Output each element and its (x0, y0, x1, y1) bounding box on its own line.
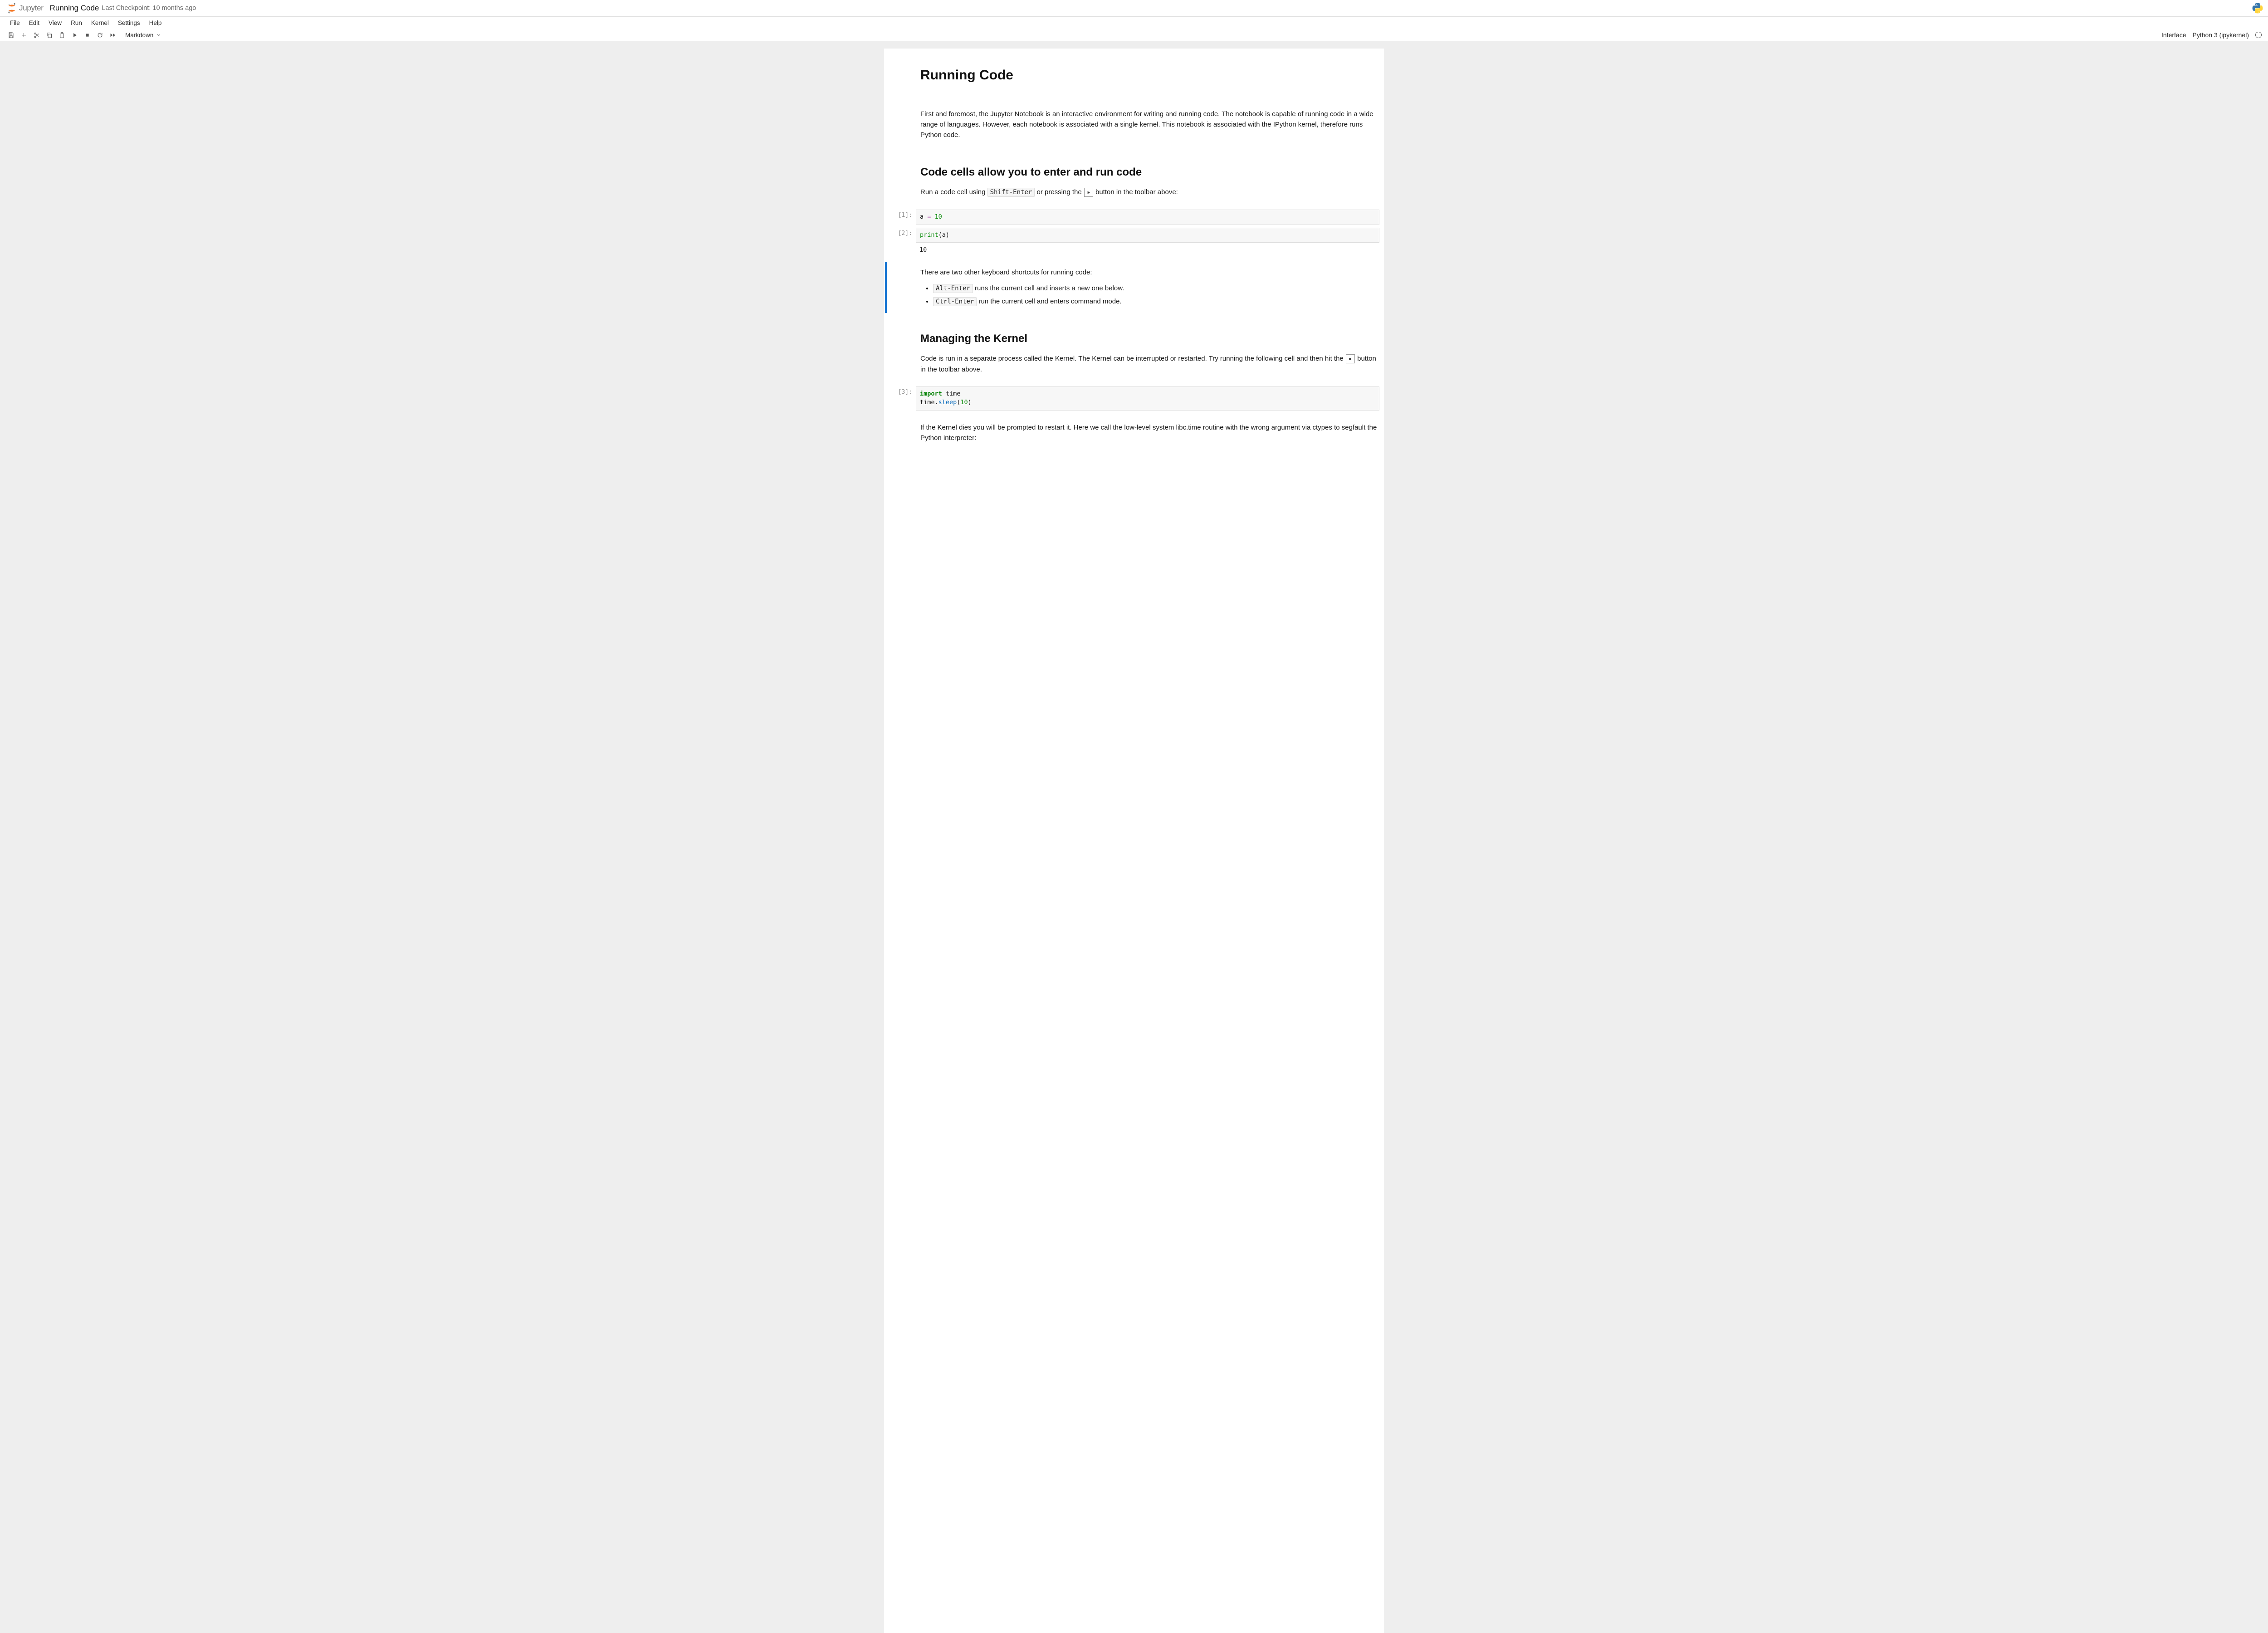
code-input[interactable]: print(a) (916, 228, 1379, 243)
code-input[interactable]: import time time.sleep(10) (916, 386, 1379, 411)
add-cell-button[interactable] (17, 29, 30, 40)
menu-file[interactable]: File (5, 18, 24, 28)
list-item: Alt-Enter runs the current cell and inse… (933, 283, 1379, 294)
paste-icon (59, 32, 65, 39)
segfault-paragraph: If the Kernel dies you will be prompted … (920, 422, 1379, 444)
markdown-cell[interactable]: Managing the Kernel Code is run in a sep… (884, 316, 1384, 384)
jupyter-planet-icon (7, 3, 16, 14)
shortcuts-list: Alt-Enter runs the current cell and inse… (933, 283, 1379, 308)
markdown-cell-selected[interactable]: There are two other keyboard shortcuts f… (884, 259, 1384, 316)
alt-enter-kbd: Alt-Enter (933, 284, 973, 293)
shift-enter-kbd: Shift-Enter (987, 188, 1035, 197)
markdown-cell[interactable]: Running Code (884, 52, 1384, 100)
jupyter-logo-text: Jupyter (19, 4, 44, 13)
cut-button[interactable] (30, 29, 43, 40)
chevron-down-icon (156, 32, 161, 38)
paste-button[interactable] (55, 29, 68, 40)
toolbar: Markdown Interface Python 3 (ipykernel) (0, 29, 2268, 41)
menu-run[interactable]: Run (66, 18, 87, 28)
output-prompt (889, 245, 916, 254)
input-prompt: [2]: (889, 228, 916, 243)
stop-icon (84, 32, 91, 39)
checkpoint-label: Last Checkpoint: 10 months ago (102, 5, 196, 12)
section-heading: Code cells allow you to enter and run co… (920, 164, 1379, 181)
page-title: Running Code (920, 65, 1379, 86)
notebook-title[interactable]: Running Code (50, 4, 99, 13)
restart-icon (97, 32, 103, 39)
cell-output: 10 (916, 245, 1379, 254)
stop-button-reference (1346, 354, 1355, 363)
menu-settings[interactable]: Settings (113, 18, 145, 28)
section-heading: Managing the Kernel (920, 330, 1379, 347)
copy-button[interactable] (43, 29, 55, 40)
header-bar: Jupyter Running Code Last Checkpoint: 10… (0, 0, 2268, 17)
shortcuts-intro: There are two other keyboard shortcuts f… (920, 267, 1379, 278)
markdown-cell[interactable]: Code cells allow you to enter and run co… (884, 149, 1384, 207)
code-cell[interactable]: [1]: a = 10 (884, 210, 1384, 225)
interface-label[interactable]: Interface (2161, 31, 2186, 39)
selection-marker (885, 262, 887, 313)
code-cell[interactable]: [3]: import time time.sleep(10) (884, 386, 1384, 411)
code-input[interactable]: a = 10 (916, 210, 1379, 225)
notebook-container: Running Code First and foremost, the Jup… (884, 49, 1384, 1633)
kernel-status-idle-icon[interactable] (2255, 32, 2262, 38)
stop-icon (1348, 357, 1353, 362)
input-prompt: [3]: (889, 386, 916, 411)
input-prompt: [1]: (889, 210, 916, 225)
menu-kernel[interactable]: Kernel (87, 18, 113, 28)
menu-edit[interactable]: Edit (24, 18, 44, 28)
save-icon (8, 32, 15, 39)
run-instruction: Run a code cell using Shift-Enter or pre… (920, 187, 1379, 198)
play-button-reference (1084, 188, 1093, 197)
kernel-label[interactable]: Python 3 (ipykernel) (2192, 31, 2249, 39)
menu-bar: File Edit View Run Kernel Settings Help (0, 17, 2268, 29)
list-item: Ctrl-Enter run the current cell and ente… (933, 296, 1379, 308)
fast-forward-icon (109, 32, 116, 39)
interrupt-button[interactable] (81, 29, 93, 40)
markdown-cell[interactable]: First and foremost, the Jupyter Notebook… (884, 100, 1384, 150)
save-button[interactable] (5, 29, 17, 40)
code-cell[interactable]: [2]: print(a) 10 (884, 228, 1384, 255)
cut-icon (33, 32, 40, 39)
menu-view[interactable]: View (44, 18, 66, 28)
python-icon (2252, 2, 2263, 14)
restart-button[interactable] (93, 29, 106, 40)
intro-paragraph: First and foremost, the Jupyter Notebook… (920, 109, 1379, 141)
copy-icon (46, 32, 53, 39)
markdown-cell[interactable]: If the Kernel dies you will be prompted … (884, 413, 1384, 453)
menu-help[interactable]: Help (145, 18, 166, 28)
ctrl-enter-kbd: Ctrl-Enter (933, 297, 977, 306)
jupyter-logo[interactable]: Jupyter (7, 3, 44, 14)
restart-run-all-button[interactable] (106, 29, 119, 40)
manage-kernel-paragraph: Code is run in a separate process called… (920, 353, 1379, 375)
play-icon (1086, 190, 1091, 195)
cell-type-label: Markdown (125, 32, 153, 39)
cell-type-selector[interactable]: Markdown (123, 31, 163, 39)
play-icon (71, 32, 78, 39)
plus-icon (20, 32, 27, 39)
run-button[interactable] (68, 29, 81, 40)
